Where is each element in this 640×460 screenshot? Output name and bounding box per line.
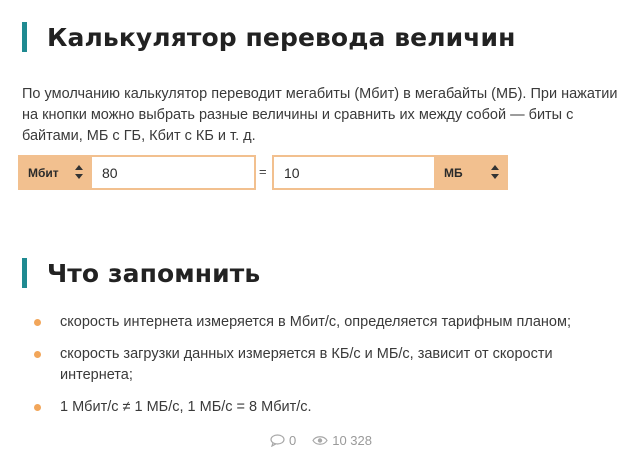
list-item-text: скорость интернета измеряется в Мбит/с, …: [60, 314, 571, 330]
section-title: Что запомнить: [47, 258, 261, 288]
comments-count-value: 0: [289, 433, 297, 448]
views-count: 10 328: [312, 433, 372, 448]
right-value-input[interactable]: [272, 155, 434, 190]
right-unit-label: МБ: [444, 165, 463, 180]
intro-text: По умолчанию калькулятор переводит мегаб…: [22, 86, 618, 144]
comments-count[interactable]: 0: [270, 433, 296, 448]
bullet-icon: [34, 351, 41, 358]
list-item: 1 Мбит/с ≠ 1 МБ/с, 1 МБ/с = 8 Мбит/с.: [22, 397, 622, 418]
list-item: скорость интернета измеряется в Мбит/с, …: [22, 312, 622, 333]
page-title: Калькулятор перевода величин: [47, 22, 516, 52]
comment-icon: [270, 434, 285, 447]
article-stats: 0 10 328: [270, 433, 388, 448]
bullet-icon: [34, 319, 41, 326]
views-count-value: 10 328: [332, 433, 372, 448]
bullet-icon: [34, 404, 41, 411]
calculator-heading: Калькулятор перевода величин: [22, 22, 516, 52]
eye-icon: [312, 436, 328, 445]
right-unit-select[interactable]: МБ: [434, 155, 508, 190]
left-unit-label: Мбит: [28, 165, 59, 180]
heading-accent-bar: [22, 22, 27, 52]
sort-arrows-icon: [75, 165, 83, 179]
list-item-text: скорость загрузки данных измеряется в КБ…: [60, 346, 553, 383]
left-unit-select[interactable]: Мбит: [18, 155, 92, 190]
equals-sign: =: [259, 164, 267, 179]
list-item: скорость загрузки данных измеряется в КБ…: [22, 344, 622, 386]
remember-heading: Что запомнить: [22, 258, 260, 288]
heading-accent-bar: [22, 258, 27, 288]
sort-arrows-icon: [491, 165, 499, 179]
list-item-text: 1 Мбит/с ≠ 1 МБ/с, 1 МБ/с = 8 Мбит/с.: [60, 399, 312, 415]
facts-list: скорость интернета измеряется в Мбит/с, …: [22, 312, 622, 429]
left-value-input[interactable]: [92, 155, 256, 190]
